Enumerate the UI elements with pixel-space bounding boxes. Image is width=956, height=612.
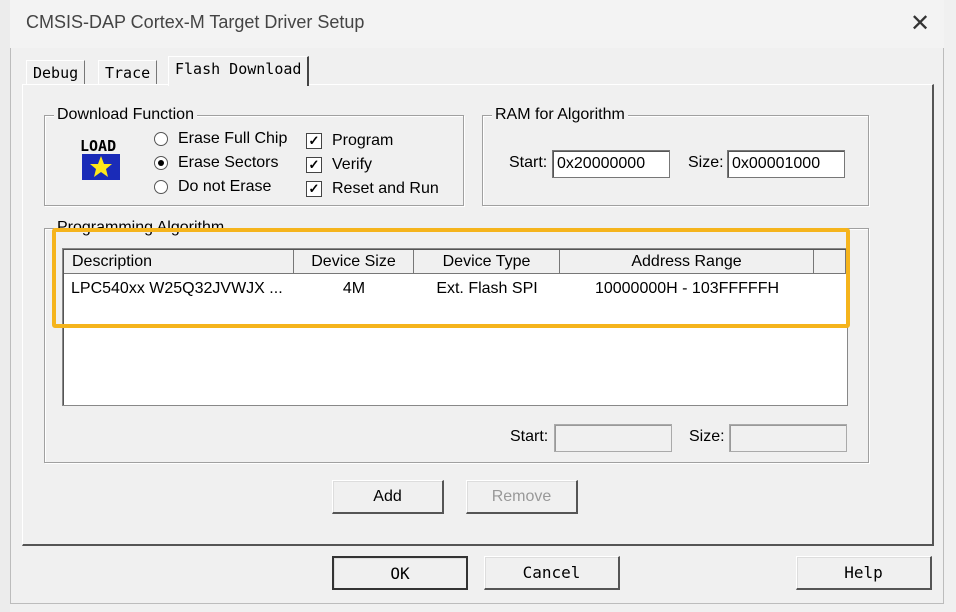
svg-text:LOAD: LOAD — [80, 137, 116, 155]
remove-button[interactable]: Remove — [466, 480, 578, 514]
ram-label: RAM for Algorithm — [492, 106, 628, 124]
do-not-erase-radio[interactable] — [154, 180, 168, 194]
algo-size-label: Size: — [689, 428, 725, 445]
cancel-button[interactable]: Cancel — [484, 556, 620, 590]
ram-size-label: Size: — [688, 154, 724, 171]
ram-size-field[interactable]: 0x00001000 — [727, 150, 845, 178]
erase-full-chip-radio[interactable] — [154, 132, 168, 146]
algo-start-label: Start: — [510, 428, 549, 445]
do-not-erase-label: Do not Erase — [178, 178, 272, 195]
help-button[interactable]: Help — [796, 556, 932, 590]
background-window-strip — [0, 0, 10, 612]
algo-start-field[interactable] — [554, 424, 672, 452]
tab-trace[interactable]: Trace — [98, 60, 158, 86]
ram-start-field[interactable]: 0x20000000 — [552, 150, 670, 178]
close-icon[interactable]: ✕ — [906, 10, 934, 38]
erase-full-chip-label: Erase Full Chip — [178, 130, 288, 147]
load-icon: LOAD — [78, 136, 126, 184]
window-title: CMSIS-DAP Cortex-M Target Driver Setup — [26, 12, 365, 32]
download-function-label: Download Function — [54, 106, 197, 124]
verify-label: Verify — [332, 156, 373, 173]
tab-debug[interactable]: Debug — [26, 60, 86, 86]
ok-button[interactable]: OK — [332, 556, 468, 590]
tab-flash-download[interactable]: Flash Download — [168, 56, 310, 86]
reset-and-run-label: Reset and Run — [332, 180, 439, 197]
erase-sectors-label: Erase Sectors — [178, 154, 279, 171]
ram-start-label: Start: — [509, 154, 548, 171]
algo-size-field[interactable] — [729, 424, 847, 452]
add-button[interactable]: Add — [332, 480, 444, 514]
reset-and-run-checkbox[interactable]: ✓ — [306, 181, 322, 197]
erase-sectors-radio[interactable] — [154, 156, 168, 170]
program-checkbox[interactable]: ✓ — [306, 133, 322, 149]
verify-checkbox[interactable]: ✓ — [306, 157, 322, 173]
program-label: Program — [332, 132, 394, 149]
highlight-annotation — [52, 228, 850, 328]
